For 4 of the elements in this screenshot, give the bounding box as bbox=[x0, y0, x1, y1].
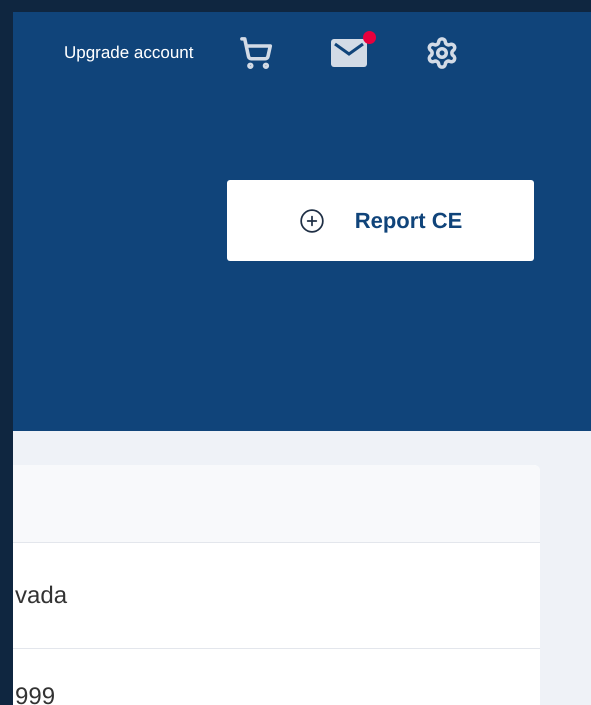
report-ce-button[interactable]: Report CE bbox=[227, 180, 534, 261]
upgrade-account-link[interactable]: Upgrade account bbox=[64, 40, 194, 66]
table-cell: vada bbox=[15, 584, 68, 608]
table-cell: 999 bbox=[15, 685, 56, 705]
